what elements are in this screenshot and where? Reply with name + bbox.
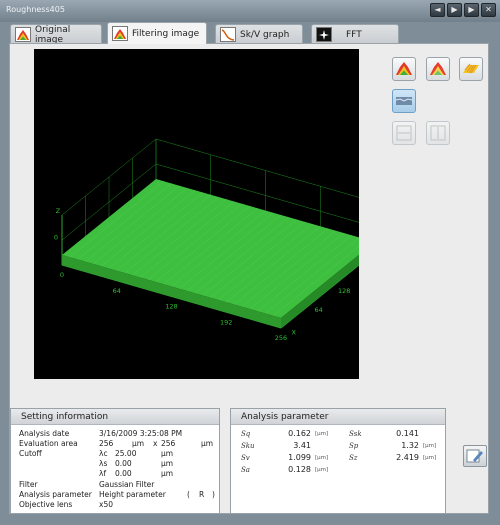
window-controls: ◄ ▶ ▶ ✕ bbox=[430, 3, 496, 17]
tab-fft-label: FFT bbox=[346, 29, 362, 40]
y-tick-label: 64 bbox=[315, 306, 323, 314]
filter-label: Filter bbox=[19, 480, 38, 489]
3d-surface-view[interactable]: 064128192256X64128192256Y036Z0 bbox=[34, 49, 359, 379]
next-button[interactable]: ▶ bbox=[447, 3, 462, 17]
parameter-code: R bbox=[199, 490, 205, 499]
evaluation-width: 256 bbox=[99, 439, 114, 448]
x-axis-label: X bbox=[292, 329, 297, 337]
param-name: Sku bbox=[241, 442, 255, 450]
setting-information-title: Setting information bbox=[11, 409, 219, 425]
profile-view-button[interactable] bbox=[392, 89, 416, 113]
x-tick-label: 128 bbox=[165, 303, 177, 311]
param-value: 2.419 bbox=[396, 453, 419, 462]
view-wireframe-button[interactable] bbox=[459, 57, 483, 81]
back-button[interactable]: ◄ bbox=[430, 3, 445, 17]
tab-skv-graph-label: Sk/V graph bbox=[240, 29, 290, 40]
param-name: Sv bbox=[241, 454, 250, 462]
x-tick-label: 64 bbox=[113, 287, 121, 295]
star-icon bbox=[316, 27, 332, 42]
surface-icon bbox=[15, 27, 31, 42]
lambda-c-value: 25.00 bbox=[115, 449, 137, 458]
vertical-line-icon bbox=[430, 125, 446, 141]
lambda-s-symbol: λs bbox=[99, 459, 108, 468]
lambda-s-value: 0.00 bbox=[115, 459, 132, 468]
objective-lens-value: x50 bbox=[99, 500, 113, 509]
tab-filtering-image[interactable]: Filtering image bbox=[107, 22, 207, 44]
tab-skv-graph[interactable]: Sk/V graph bbox=[215, 24, 303, 44]
cutoff-unit: μm bbox=[161, 459, 174, 468]
cutoff-unit: μm bbox=[161, 449, 174, 458]
x-tick-label: 192 bbox=[220, 318, 232, 326]
evaluation-unit: μm bbox=[132, 439, 145, 448]
wave-surface-icon bbox=[463, 63, 479, 74]
lambda-f-symbol: λf bbox=[99, 469, 107, 478]
analysis-parameter-title: Analysis parameter bbox=[231, 409, 445, 425]
param-value: 1.32 bbox=[401, 441, 419, 450]
edit-report-button[interactable] bbox=[463, 445, 487, 467]
param-value: 0.162 bbox=[288, 429, 311, 438]
evaluation-height: 256 bbox=[161, 439, 176, 448]
param-value: 0.141 bbox=[396, 429, 419, 438]
surface-icon bbox=[396, 62, 412, 75]
surface-icon bbox=[112, 26, 128, 41]
paren-open: ( bbox=[187, 490, 190, 499]
analysis-parameter-panel: Analysis parameter Sq 0.162 [μm] Sku 3.4… bbox=[230, 408, 446, 514]
horizontal-line-icon bbox=[396, 125, 412, 141]
forward-button[interactable]: ▶ bbox=[464, 3, 479, 17]
param-name: Sz bbox=[349, 454, 358, 462]
param-name: Ssk bbox=[349, 430, 362, 438]
param-name: Sq bbox=[241, 430, 251, 438]
tab-original-image[interactable]: Original image bbox=[10, 24, 102, 45]
cutoff-label: Cutoff bbox=[19, 449, 42, 458]
param-unit: [μm] bbox=[315, 467, 329, 473]
param-name: Sp bbox=[349, 442, 359, 450]
z-tick-label: 0 bbox=[54, 234, 58, 242]
close-button[interactable]: ✕ bbox=[481, 3, 496, 17]
lambda-f-value: 0.00 bbox=[115, 469, 132, 478]
view-surface-color-button[interactable] bbox=[392, 57, 416, 81]
view-surface-shaded-button[interactable] bbox=[426, 57, 450, 81]
x-tick-label: 0 bbox=[60, 271, 64, 279]
param-unit: [μm] bbox=[315, 431, 329, 437]
param-unit: [μm] bbox=[423, 443, 437, 449]
title-bar: Roughness405 ◄ ▶ ▶ ✕ bbox=[0, 0, 500, 22]
window-title: Roughness405 bbox=[6, 5, 65, 14]
x-tick-label: 256 bbox=[275, 334, 287, 342]
param-value: 3.41 bbox=[293, 441, 311, 450]
param-value: 0.128 bbox=[288, 465, 311, 474]
z-axis-label: Z bbox=[56, 207, 61, 215]
surface-icon bbox=[430, 62, 446, 75]
tab-filtering-image-label: Filtering image bbox=[132, 28, 200, 39]
analysis-parameter-label: Analysis parameter bbox=[19, 490, 92, 499]
param-name: Sa bbox=[241, 466, 250, 474]
paren-close: ) bbox=[212, 490, 215, 499]
objective-lens-label: Objective lens bbox=[19, 500, 73, 509]
horizontal-line-button[interactable] bbox=[392, 121, 416, 145]
cutoff-unit: μm bbox=[161, 469, 174, 478]
setting-information-panel: Setting information Analysis date 3/16/2… bbox=[10, 408, 220, 514]
vertical-line-button[interactable] bbox=[426, 121, 450, 145]
analysis-parameter-value: Height parameter bbox=[99, 490, 166, 499]
main-panel: 064128192256X64128192256Y036Z0 Setting i… bbox=[9, 43, 489, 514]
pencil-document-icon bbox=[466, 449, 483, 463]
curve-icon bbox=[220, 27, 236, 42]
profile-icon bbox=[395, 97, 413, 105]
param-value: 1.099 bbox=[288, 453, 311, 462]
evaluation-unit: μm bbox=[201, 439, 214, 448]
evaluation-times: x bbox=[153, 439, 158, 448]
analysis-date-value: 3/16/2009 3:25:08 PM bbox=[99, 429, 183, 438]
param-unit: [μm] bbox=[423, 455, 437, 461]
lambda-c-symbol: λc bbox=[99, 449, 108, 458]
analysis-date-label: Analysis date bbox=[19, 429, 70, 438]
filter-value: Gaussian Filter bbox=[99, 480, 155, 489]
param-unit: [μm] bbox=[315, 455, 329, 461]
tab-original-image-label: Original image bbox=[35, 24, 71, 45]
evaluation-area-label: Evaluation area bbox=[19, 439, 78, 448]
y-tick-label: 128 bbox=[338, 287, 350, 295]
tab-fft[interactable]: FFT bbox=[311, 24, 399, 44]
3d-plot: 064128192256X64128192256Y036Z0 bbox=[54, 138, 359, 342]
